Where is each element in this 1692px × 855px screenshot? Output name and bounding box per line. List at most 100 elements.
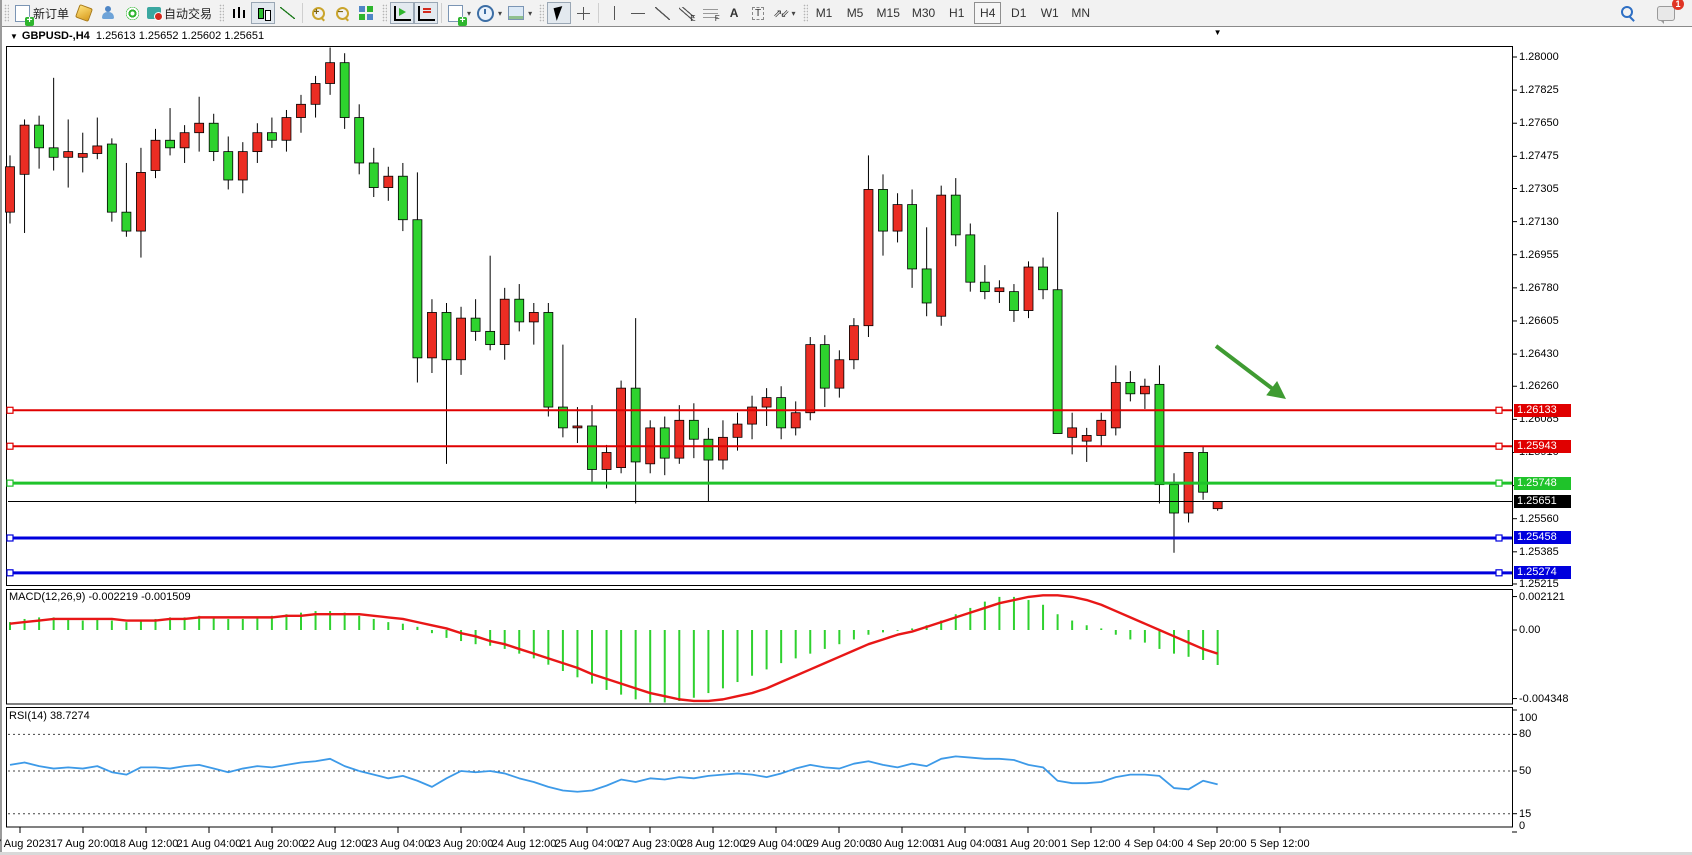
candle-up bbox=[282, 118, 291, 141]
price-tick-label: 1.27130 bbox=[1519, 216, 1559, 228]
mt4-window: 新订单 自动交易 + − ▾ ▾ ▾ E F A T ⇗⇙▾ bbox=[0, 0, 1692, 855]
time-axis-label: 23 Aug 20:00 bbox=[429, 838, 494, 850]
candle-down bbox=[122, 212, 131, 231]
chart-menu-caret-icon[interactable]: ▼ bbox=[10, 32, 18, 41]
price-tick-label: 1.28000 bbox=[1519, 51, 1559, 63]
macd-pane-border bbox=[7, 590, 1513, 705]
candle-down bbox=[1039, 267, 1048, 290]
candle-down bbox=[631, 388, 640, 462]
time-axis-label: 28 Aug 12:00 bbox=[681, 838, 746, 850]
time-axis-label: 25 Aug 04:00 bbox=[555, 838, 620, 850]
time-axis-label: 18 Aug 12:00 bbox=[114, 838, 179, 850]
candle-up bbox=[733, 424, 742, 437]
candle-down bbox=[1009, 292, 1018, 311]
line-handle[interactable] bbox=[7, 443, 13, 449]
line-handle[interactable] bbox=[1496, 535, 1502, 541]
time-axis-label: 31 Aug 04:00 bbox=[933, 838, 998, 850]
time-axis-label: 17 Aug 20:00 bbox=[51, 838, 116, 850]
candle-up bbox=[151, 140, 160, 170]
macd-values: -0.002219 -0.001509 bbox=[88, 591, 190, 603]
candle-down bbox=[267, 133, 276, 141]
candle-down bbox=[398, 176, 407, 220]
candle-up bbox=[617, 388, 626, 467]
candle-up bbox=[529, 312, 538, 321]
line-handle[interactable] bbox=[7, 535, 13, 541]
candle-down bbox=[486, 331, 495, 344]
candle-down bbox=[544, 312, 553, 407]
line-handle[interactable] bbox=[1496, 407, 1502, 413]
candle-down bbox=[355, 118, 364, 163]
time-axis-label: 31 Aug 20:00 bbox=[996, 838, 1061, 850]
candle-down bbox=[1170, 485, 1179, 513]
time-axis-label: 21 Aug 20:00 bbox=[240, 838, 305, 850]
time-axis-label: 29 Aug 04:00 bbox=[744, 838, 809, 850]
candle-up bbox=[136, 172, 145, 231]
candle-up bbox=[893, 205, 902, 231]
line-handle[interactable] bbox=[1496, 443, 1502, 449]
candle-up bbox=[384, 176, 393, 187]
line-handle[interactable] bbox=[7, 480, 13, 486]
candle-down bbox=[908, 205, 917, 269]
macd-tick-label: -0.004348 bbox=[1519, 693, 1569, 705]
chart-title: ▼ GBPUSD-,H4 1.25613 1.25652 1.25602 1.25… bbox=[10, 30, 264, 42]
line-handle[interactable] bbox=[7, 570, 13, 576]
price-level-label: 1.25651 bbox=[1514, 495, 1571, 508]
candle-up bbox=[864, 189, 873, 325]
line-handle[interactable] bbox=[1496, 570, 1502, 576]
current-bar-marker-icon: ▼ bbox=[1214, 28, 1222, 37]
candle-down bbox=[966, 235, 975, 282]
rsi-tick-label: 80 bbox=[1519, 728, 1531, 740]
candle-up bbox=[500, 299, 509, 344]
arrow-annotation-head bbox=[1266, 381, 1286, 399]
time-axis-label: 22 Aug 12:00 bbox=[303, 838, 368, 850]
candle-down bbox=[442, 312, 451, 359]
price-level-label: 1.25943 bbox=[1514, 440, 1571, 453]
line-handle[interactable] bbox=[7, 407, 13, 413]
candle-up bbox=[311, 83, 320, 104]
rsi-tick-label: 50 bbox=[1519, 765, 1531, 777]
time-axis-label: 17 Aug 2023 bbox=[0, 838, 51, 850]
candle-up bbox=[1111, 382, 1120, 427]
rsi-pane-border bbox=[7, 708, 1513, 828]
candle-down bbox=[951, 195, 960, 235]
candle-down bbox=[704, 439, 713, 460]
candle-up bbox=[326, 63, 335, 84]
arrow-annotation[interactable] bbox=[1216, 346, 1280, 394]
price-tick-label: 1.25560 bbox=[1519, 513, 1559, 525]
candle-up bbox=[1097, 420, 1106, 435]
candle-down bbox=[107, 144, 116, 212]
price-tick-label: 1.25385 bbox=[1519, 546, 1559, 558]
time-axis-label: 5 Sep 12:00 bbox=[1250, 838, 1309, 850]
candle-up bbox=[78, 154, 87, 158]
price-level-label: 1.26133 bbox=[1514, 404, 1571, 417]
line-handle[interactable] bbox=[1496, 480, 1502, 486]
candle-down bbox=[35, 125, 44, 148]
rsi-label: RSI(14) 38.7274 bbox=[9, 710, 90, 722]
candle-down bbox=[1199, 452, 1208, 492]
candle-down bbox=[413, 220, 422, 358]
rsi-tick-label: 100 bbox=[1519, 712, 1537, 724]
price-chart-canvas[interactable] bbox=[0, 0, 1692, 855]
time-axis-label: 27 Aug 23:00 bbox=[618, 838, 683, 850]
price-level-label: 1.25748 bbox=[1514, 477, 1571, 490]
candle-up bbox=[937, 195, 946, 316]
candle-up bbox=[1068, 428, 1077, 437]
time-axis-label: 1 Sep 12:00 bbox=[1061, 838, 1120, 850]
chart-ohlc: 1.25613 1.25652 1.25602 1.25651 bbox=[96, 30, 264, 42]
candle-down bbox=[224, 152, 233, 180]
rsi-line bbox=[10, 756, 1218, 791]
candle-down bbox=[369, 163, 378, 188]
price-tick-label: 1.26605 bbox=[1519, 315, 1559, 327]
price-tick-label: 1.25215 bbox=[1519, 578, 1559, 590]
candle-down bbox=[588, 426, 597, 470]
candle-up bbox=[762, 398, 771, 407]
candle-down bbox=[922, 269, 931, 303]
candle-up bbox=[457, 318, 466, 360]
macd-signal-line bbox=[10, 595, 1218, 701]
time-axis-label: 4 Sep 20:00 bbox=[1187, 838, 1246, 850]
candle-down bbox=[1053, 290, 1062, 434]
chart-symbol: GBPUSD-,H4 bbox=[22, 30, 90, 42]
candle-up bbox=[573, 426, 582, 428]
candle-up bbox=[427, 312, 436, 357]
candle-up bbox=[675, 420, 684, 458]
